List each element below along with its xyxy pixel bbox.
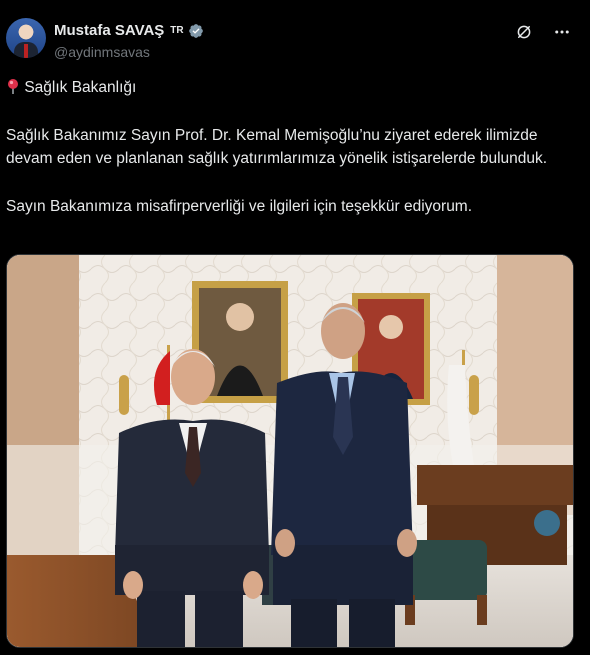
name-row: Mustafa SAVAŞ TR [54, 22, 204, 39]
photo-scene [7, 255, 573, 647]
location-text: Sağlık Bakanlığı [24, 79, 137, 96]
header-actions [514, 22, 572, 42]
user-handle[interactable]: @aydinmsavas [54, 44, 150, 60]
tweet-header: Mustafa SAVAŞ TR @aydinmsavas [6, 14, 580, 64]
tweet-photo[interactable] [6, 254, 574, 648]
more-icon[interactable] [552, 22, 572, 42]
tweet-paragraph-2: Sayın Bakanımıza misafirperverliği ve il… [6, 198, 473, 215]
tweet-paragraph-1: Sağlık Bakanımız Sayın Prof. Dr. Kemal M… [6, 127, 548, 167]
country-flag-label: TR [170, 25, 184, 36]
tweet-body: Sağlık Bakanlığı Sağlık Bakanımız Sayın … [6, 76, 571, 218]
location-line: Sağlık Bakanlığı [6, 76, 571, 99]
round-pushpin-icon [8, 79, 18, 94]
grok-icon[interactable] [514, 22, 534, 42]
avatar-tie [24, 44, 28, 58]
display-name[interactable]: Mustafa SAVAŞ [54, 22, 164, 39]
avatar[interactable] [6, 18, 46, 58]
verified-badge-icon[interactable] [188, 23, 204, 39]
